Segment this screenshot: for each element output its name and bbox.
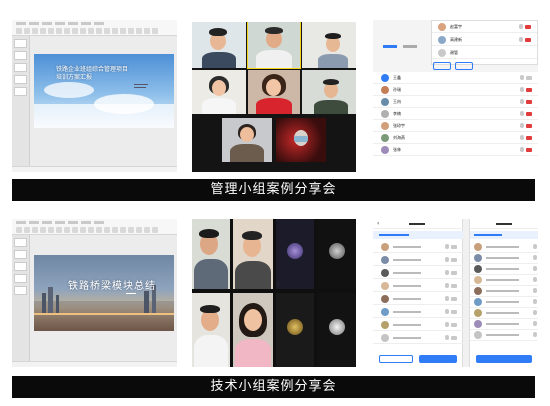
slide-thumbnails[interactable]: [12, 235, 30, 367]
video-tile[interactable]: [317, 219, 356, 289]
member-row[interactable]: [470, 329, 538, 341]
video-tile[interactable]: [317, 293, 356, 367]
video-tile[interactable]: [233, 293, 273, 367]
video-tile-active[interactable]: [247, 22, 301, 69]
member-row[interactable]: 孙瑞: [373, 84, 538, 96]
ppt-statusbar: [12, 166, 177, 172]
member-row[interactable]: 王鑫: [373, 72, 538, 84]
member-row[interactable]: [373, 319, 463, 331]
slide-thumbnails[interactable]: [12, 36, 30, 172]
bottom-slide-title: 铁路桥梁模块总结: [68, 281, 156, 292]
phone-primary-button[interactable]: [419, 355, 457, 363]
member-name: 王鑫: [393, 74, 401, 80]
video-tile[interactable]: [302, 70, 356, 114]
member-name: 刘海燕: [393, 134, 405, 140]
video-tile[interactable]: [302, 22, 356, 68]
member-name: 高建新: [450, 36, 462, 42]
bottom-banner: 技术小组案例分享会: [12, 376, 535, 398]
member-name: 孙瑞: [393, 86, 401, 92]
bottom-slide: 铁路桥梁模块总结: [34, 255, 174, 331]
member-name: 李楠: [393, 110, 401, 116]
top-phone-member-list: 赵富宇 高建新 谢管 王鑫 孙瑞 王冉 李楠 张琼宇 刘海燕 张林: [373, 20, 538, 172]
popup-action-button[interactable]: [433, 62, 451, 70]
member-name: 赵富宇: [450, 23, 462, 29]
video-tile[interactable]: [276, 118, 326, 162]
member-row[interactable]: 张琼宇: [373, 120, 538, 132]
video-tile[interactable]: [192, 22, 246, 68]
video-tile[interactable]: [192, 70, 246, 114]
phone-action-button[interactable]: [379, 355, 413, 363]
member-row[interactable]: 王冉: [373, 96, 538, 108]
member-name: 张林: [393, 146, 401, 152]
video-tile[interactable]: [192, 219, 230, 289]
member-row[interactable]: [373, 332, 463, 344]
phone-primary-button[interactable]: [476, 355, 532, 363]
popup-member-row[interactable]: 高建新: [432, 34, 537, 46]
top-video-grid: [192, 22, 356, 172]
member-row[interactable]: [373, 306, 463, 318]
bottom-phone-member-list: ‹: [373, 219, 538, 367]
bottom-ppt-window: 铁路桥梁模块总结: [12, 219, 177, 367]
member-row[interactable]: [373, 280, 463, 292]
member-row[interactable]: 刘海燕: [373, 132, 538, 144]
popup-member-row[interactable]: 谢管: [432, 47, 537, 59]
ppt-ribbon[interactable]: [12, 20, 177, 36]
popup-action-button[interactable]: [455, 62, 473, 70]
ppt-ribbon[interactable]: [12, 219, 177, 235]
video-tile[interactable]: [192, 293, 230, 367]
member-row[interactable]: 张林: [373, 144, 538, 156]
bottom-video-grid: ·: [192, 219, 356, 367]
video-tile[interactable]: ·: [276, 219, 314, 289]
top-slide: 铁路企业班组综合管理项目 培训方案汇报: [34, 54, 174, 128]
ppt-statusbar: [12, 361, 177, 367]
video-tile[interactable]: [276, 293, 314, 367]
member-name: 张琼宇: [393, 122, 405, 128]
member-row[interactable]: 李楠: [373, 108, 538, 120]
member-row[interactable]: [373, 254, 463, 266]
member-row[interactable]: [373, 241, 463, 253]
popup-member-row[interactable]: 赵富宇: [432, 21, 537, 33]
back-chevron-icon[interactable]: ‹: [377, 220, 379, 227]
member-row[interactable]: [373, 293, 463, 305]
top-slide-title-line2: 培训方案汇报: [56, 74, 93, 81]
top-slide-title-line1: 铁路企业班组综合管理项目: [56, 66, 129, 73]
video-tile[interactable]: [248, 70, 300, 114]
top-banner: 管理小组案例分享会: [12, 179, 535, 201]
video-tile[interactable]: [222, 118, 272, 162]
top-ppt-window: 铁路企业班组综合管理项目 培训方案汇报: [12, 20, 177, 172]
member-name: 王冉: [393, 98, 401, 104]
video-tile[interactable]: [233, 219, 273, 289]
top-slide-title: 铁路企业班组综合管理项目 培训方案汇报: [56, 66, 128, 82]
member-row[interactable]: [373, 267, 463, 279]
member-name: 谢管: [450, 49, 458, 55]
